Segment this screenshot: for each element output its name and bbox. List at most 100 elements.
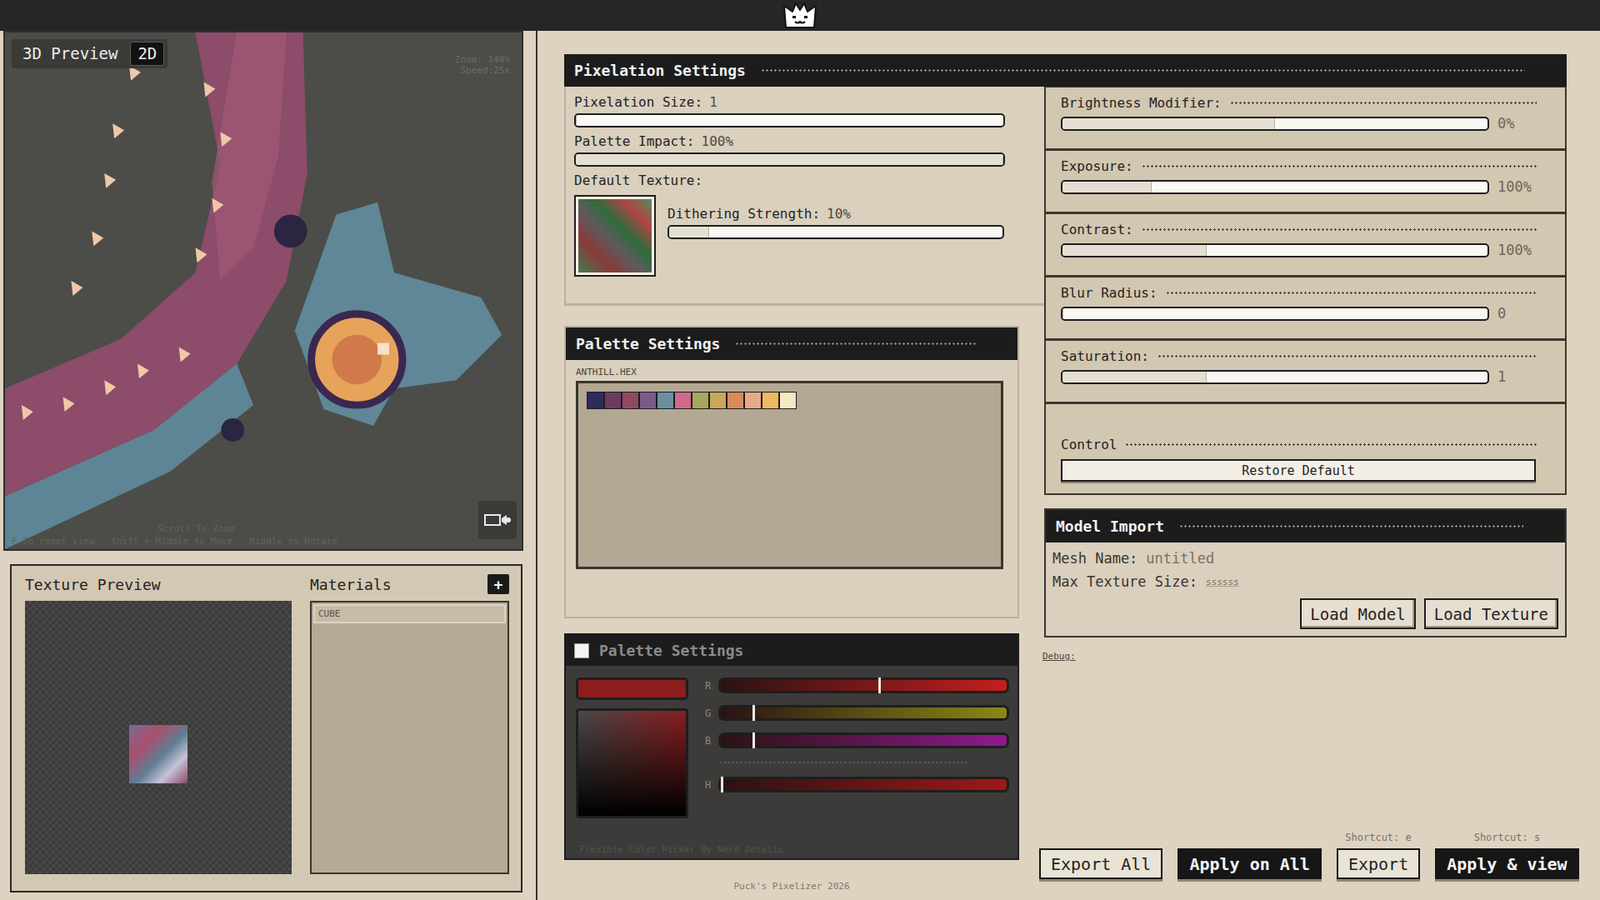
top-bar bbox=[0, 0, 1600, 31]
action-button[interactable]: Apply on All bbox=[1177, 848, 1322, 880]
preview-tab[interactable]: 3D Preview bbox=[15, 41, 125, 66]
adjustment-slider[interactable] bbox=[1060, 243, 1490, 258]
control-hints: Scroll To ZoomF To reset viewShift + Mid… bbox=[11, 523, 472, 548]
channel-row: R bbox=[705, 677, 1010, 694]
materials-title: Materials bbox=[310, 574, 392, 595]
texture-panel: Texture Preview Materials + CUBE bbox=[10, 564, 523, 893]
palette-swatch[interactable] bbox=[761, 391, 780, 410]
channel-slider[interactable] bbox=[718, 732, 1010, 749]
main: 3D Preview2D Zoom: 140%Speed:25x Scroll To… bbox=[0, 30, 1600, 900]
adjustment-card: Saturation:1 bbox=[1044, 340, 1567, 404]
palette-swatches bbox=[575, 380, 1004, 570]
channel-marker[interactable] bbox=[878, 677, 881, 694]
slider-fill bbox=[1062, 118, 1275, 130]
channel-row: H bbox=[705, 776, 1010, 793]
texture-preview: Texture Preview bbox=[25, 574, 294, 880]
debug-label: Debug: bbox=[1042, 650, 1567, 662]
dithering-slider[interactable] bbox=[667, 225, 1005, 240]
palette-swatch[interactable] bbox=[744, 391, 762, 410]
slider-row: Pixelation Size:1 bbox=[574, 93, 1036, 128]
adjustment-slider[interactable] bbox=[1060, 116, 1490, 131]
adjustment-card: Blur Radius:0 bbox=[1044, 276, 1567, 340]
slider-fill bbox=[669, 226, 710, 238]
channel-marker[interactable] bbox=[752, 705, 755, 721]
import-button[interactable]: Load Model bbox=[1300, 598, 1415, 630]
picker-separator bbox=[718, 761, 968, 764]
materials: Materials + CUBE bbox=[310, 574, 510, 880]
palette-swatch[interactable] bbox=[656, 391, 675, 410]
material-list: CUBE bbox=[310, 600, 510, 875]
pixelation-header: Pixelation Settings bbox=[564, 54, 1567, 87]
channel-marker[interactable] bbox=[752, 732, 755, 749]
adjustment-slider[interactable] bbox=[1060, 180, 1490, 195]
slider-fill bbox=[575, 115, 577, 126]
preview-tabs: 3D Preview2D bbox=[11, 39, 168, 69]
action-button[interactable]: Apply & view bbox=[1435, 848, 1580, 880]
footer: Puck's Pixelizer 2026 bbox=[564, 880, 1020, 900]
picker-credit: Flexible Color Picker By Nerd Details bbox=[575, 842, 1010, 855]
palette-swatch[interactable] bbox=[586, 391, 605, 410]
slider-row: Palette Impact:100% bbox=[574, 132, 1036, 167]
left-column: 3D Preview2D Zoom: 140%Speed:25x Scroll To… bbox=[0, 30, 538, 900]
action-button[interactable]: Export All bbox=[1039, 848, 1163, 880]
preview-viewport[interactable]: 3D Preview2D Zoom: 140%Speed:25x Scroll To… bbox=[3, 30, 524, 551]
adjustment-card: Exposure:100% bbox=[1044, 150, 1567, 214]
channel-slider[interactable] bbox=[718, 776, 1010, 793]
palette-swatch[interactable] bbox=[779, 391, 797, 410]
action-button[interactable]: Export bbox=[1336, 848, 1420, 880]
adjustment-slider[interactable] bbox=[1060, 370, 1490, 385]
slider-track[interactable] bbox=[574, 113, 1005, 128]
picker-checkbox[interactable] bbox=[574, 643, 590, 659]
palette-swatch[interactable] bbox=[726, 391, 745, 410]
saturation-box[interactable] bbox=[575, 708, 689, 819]
add-material-button[interactable]: + bbox=[487, 574, 510, 595]
slider-fill bbox=[1062, 308, 1064, 320]
app: 3D Preview2D Zoom: 140%Speed:25x Scroll To… bbox=[0, 0, 1600, 900]
texture-preview-title: Texture Preview bbox=[25, 574, 294, 595]
cat-logo-icon bbox=[780, 1, 820, 30]
slider-fill bbox=[575, 154, 1004, 165]
shortcut-hint: Shortcut: e bbox=[1345, 831, 1411, 845]
shortcut-hint: Shortcut: s bbox=[1474, 831, 1540, 845]
import-button[interactable]: Load Texture bbox=[1424, 598, 1559, 630]
palette-swatch[interactable] bbox=[674, 391, 692, 410]
color-picker-panel: Palette Settings RGB H Flexible Color Picke… bbox=[564, 633, 1020, 860]
channel-slider[interactable] bbox=[718, 677, 1010, 694]
channel-row: B bbox=[705, 732, 1010, 749]
preview-tab[interactable]: 2D bbox=[130, 41, 165, 66]
palette-panel: Palette SettingsANTHILL.HEX bbox=[564, 325, 1020, 619]
material-item[interactable]: CUBE bbox=[313, 604, 506, 624]
slider-track[interactable] bbox=[574, 152, 1005, 167]
restore-default-button[interactable]: Restore Default bbox=[1060, 459, 1536, 482]
palette-swatch[interactable] bbox=[691, 391, 710, 410]
camera-button[interactable] bbox=[478, 500, 517, 540]
slider-fill bbox=[1062, 371, 1207, 383]
palette-swatch[interactable] bbox=[604, 391, 622, 410]
channel-row: G bbox=[705, 705, 1010, 721]
adjustment-card: Brightness Modifier:0% bbox=[1044, 86, 1567, 150]
picker-header: Palette Settings bbox=[565, 635, 1018, 666]
default-texture-swatch[interactable] bbox=[574, 195, 656, 277]
model-import-panel: Model ImportMesh Name:untitledMax Textur… bbox=[1044, 508, 1567, 638]
slider-fill bbox=[1062, 181, 1152, 193]
palette-swatch[interactable] bbox=[709, 391, 727, 410]
adjustment-slider[interactable] bbox=[1060, 306, 1490, 321]
default-texture-image bbox=[578, 199, 652, 273]
channel-slider[interactable] bbox=[718, 705, 1010, 721]
model-import-header: Model Import bbox=[1045, 510, 1565, 543]
camera-icon bbox=[483, 511, 512, 529]
settings-area: Pixelation Settings Pixelation Size:1 Pale… bbox=[537, 30, 1600, 900]
control-card: ControlRestore Default bbox=[1044, 403, 1567, 495]
slider-fill bbox=[1062, 245, 1207, 256]
default-texture-label: Default Texture: bbox=[574, 171, 1036, 189]
palette-swatch[interactable] bbox=[621, 391, 640, 410]
palette-header: Palette Settings bbox=[565, 327, 1018, 360]
render-view[interactable] bbox=[5, 32, 522, 550]
import-field: Mesh Name:untitled bbox=[1052, 549, 1559, 568]
zoom-info: Zoom: 140%Speed:25x bbox=[455, 54, 510, 76]
palette-swatch[interactable] bbox=[639, 391, 657, 410]
texture-image bbox=[129, 725, 188, 784]
channel-marker[interactable] bbox=[720, 776, 724, 793]
picked-color bbox=[575, 677, 689, 700]
texture-canvas bbox=[25, 600, 292, 875]
